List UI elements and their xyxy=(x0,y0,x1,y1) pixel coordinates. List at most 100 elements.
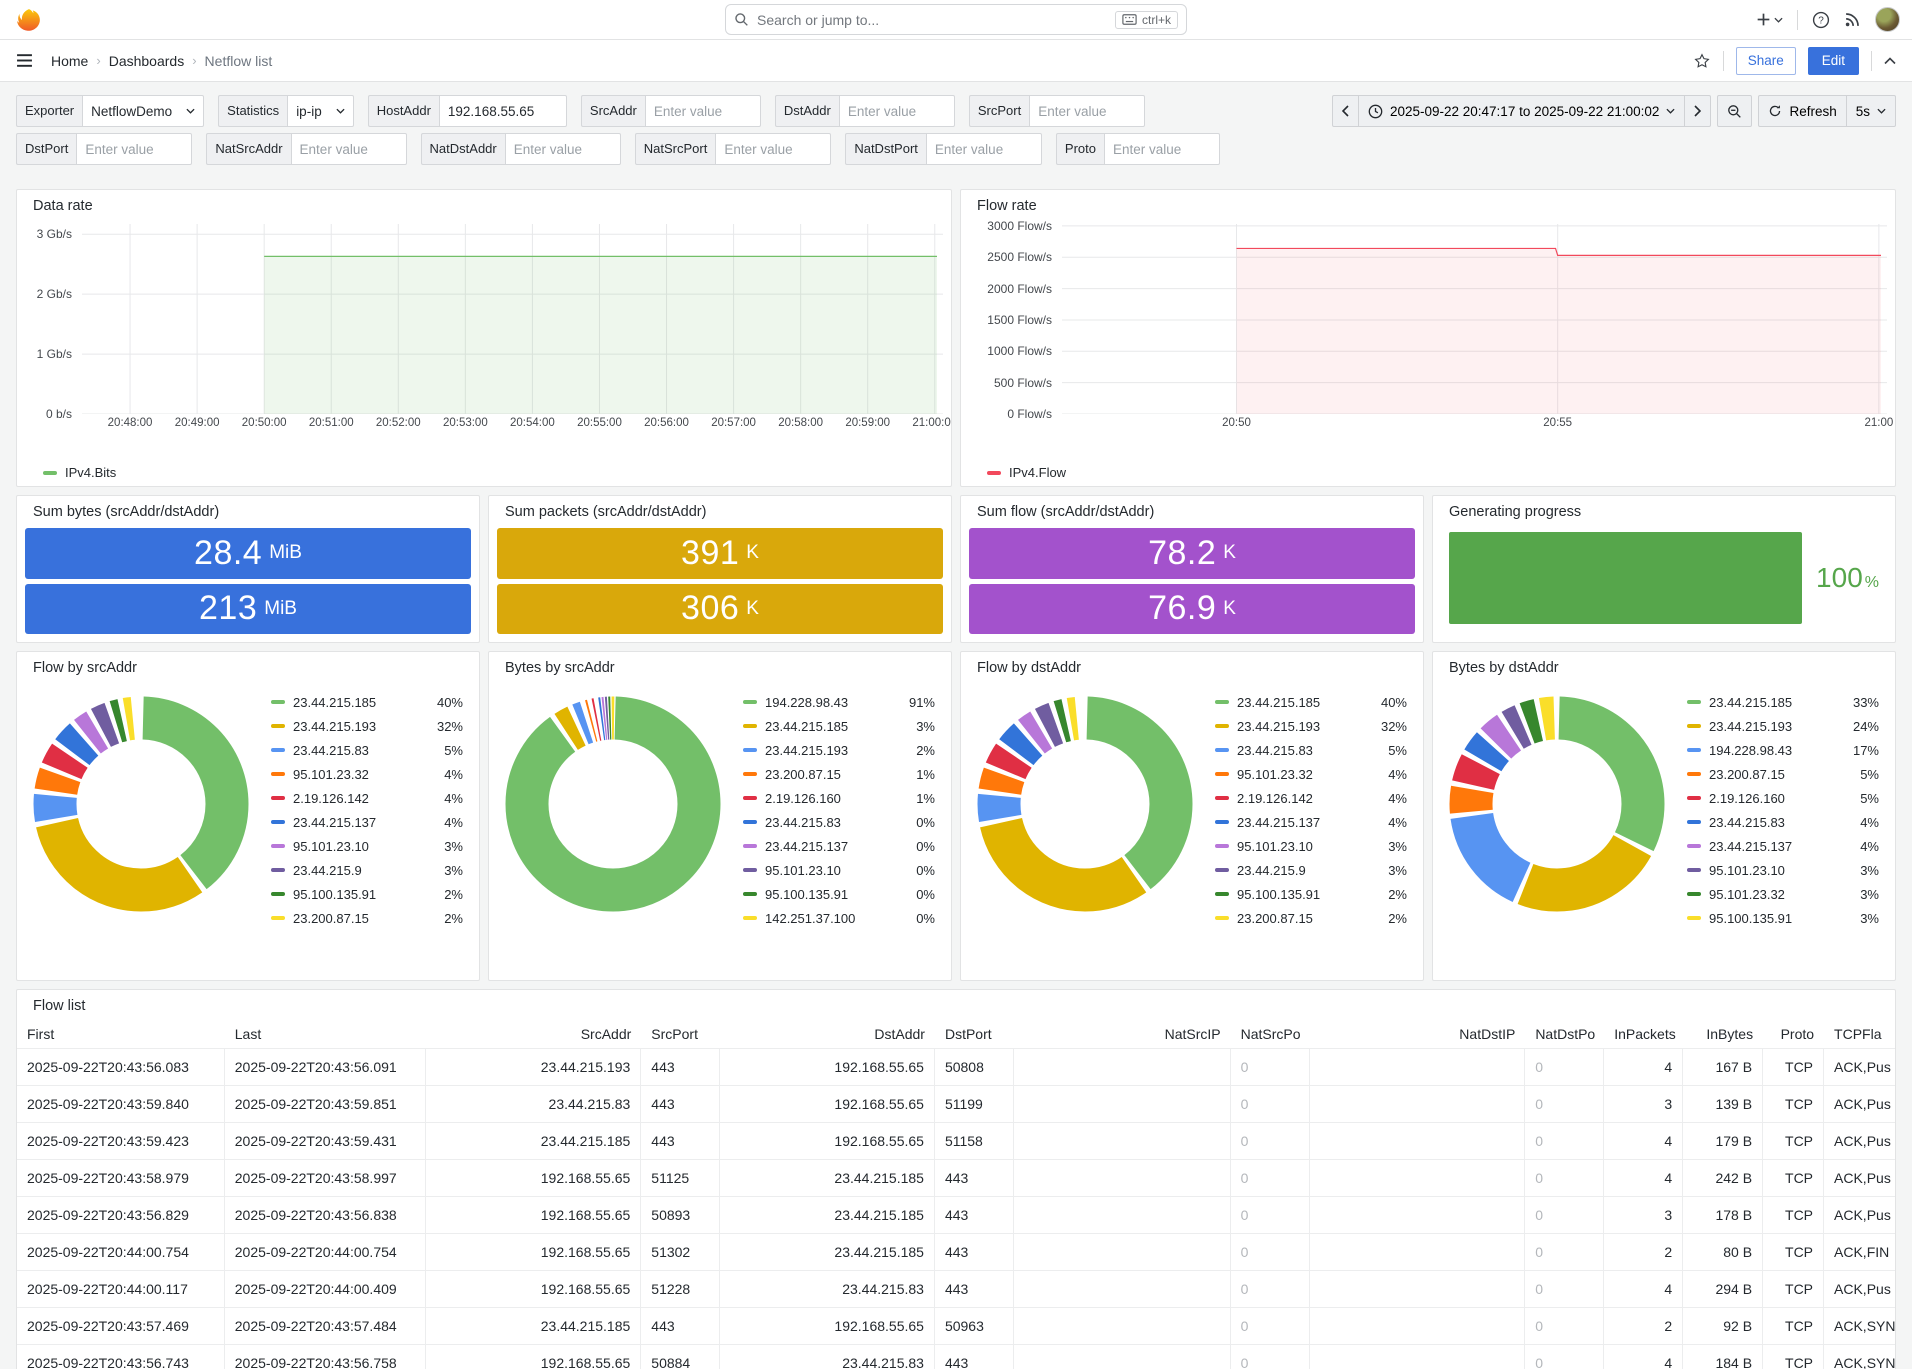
table-row[interactable]: 2025-09-22T20:43:56.0832025-09-22T20:43:… xyxy=(17,1048,1895,1085)
column-header-inpackets[interactable]: InPackets xyxy=(1604,1020,1683,1048)
legend-item[interactable]: 95.100.135.912% xyxy=(1215,882,1407,906)
legend-item[interactable]: 95.101.23.103% xyxy=(271,834,463,858)
filter-input-srcaddr[interactable] xyxy=(645,95,761,127)
legend-item[interactable]: 23.44.215.1374% xyxy=(1687,834,1879,858)
legend-item[interactable]: 23.44.215.19332% xyxy=(271,714,463,738)
legend-item[interactable]: 95.101.23.324% xyxy=(271,762,463,786)
table-row[interactable]: 2025-09-22T20:43:56.7432025-09-22T20:43:… xyxy=(17,1344,1895,1369)
column-header-first[interactable]: First xyxy=(17,1020,225,1048)
legend-item[interactable]: 95.100.135.913% xyxy=(1687,906,1879,930)
edit-button[interactable]: Edit xyxy=(1808,47,1859,75)
legend-item[interactable]: 95.101.23.103% xyxy=(1215,834,1407,858)
chart-data_rate: 3 Gb/s2 Gb/s1 Gb/s0 b/s20:48:0020:49:002… xyxy=(25,224,943,461)
column-header-natsrcip[interactable]: NatSrcIP xyxy=(1014,1020,1231,1048)
legend-item[interactable]: 95.101.23.100% xyxy=(743,858,935,882)
breadcrumb-home[interactable]: Home xyxy=(51,53,88,69)
legend-item[interactable]: 142.251.37.1000% xyxy=(743,906,935,930)
table-row[interactable]: 2025-09-22T20:43:56.8292025-09-22T20:43:… xyxy=(17,1196,1895,1233)
legend-item[interactable]: 95.101.23.324% xyxy=(1215,762,1407,786)
legend-item[interactable]: 23.200.87.152% xyxy=(1215,906,1407,930)
column-header-dstaddr[interactable]: DstAddr xyxy=(720,1020,935,1048)
legend-item[interactable]: 23.44.215.835% xyxy=(1215,738,1407,762)
legend-item[interactable]: 2.19.126.1601% xyxy=(743,786,935,810)
legend-item[interactable]: 23.44.215.18533% xyxy=(1687,690,1879,714)
column-header-srcaddr[interactable]: SrcAddr xyxy=(426,1020,642,1048)
column-header-last[interactable]: Last xyxy=(225,1020,426,1048)
filter-input-dstaddr[interactable] xyxy=(839,95,955,127)
filter-input-natdstaddr[interactable] xyxy=(505,133,621,165)
refresh-interval-select[interactable]: 5s xyxy=(1847,95,1896,127)
legend-item[interactable]: 23.44.215.834% xyxy=(1687,810,1879,834)
legend-item[interactable]: 2.19.126.1424% xyxy=(271,786,463,810)
filter-select-statistics[interactable]: ip-ip xyxy=(287,95,354,127)
column-header-dstport[interactable]: DstPort xyxy=(935,1020,1014,1048)
search-input[interactable]: Search or jump to... ctrl+k xyxy=(725,4,1187,35)
filter-input-natsrcport[interactable] xyxy=(715,133,831,165)
cell-srcaddr: 192.168.55.65 xyxy=(426,1197,642,1233)
legend-item[interactable]: 23.44.215.1374% xyxy=(271,810,463,834)
legend-item[interactable]: 95.100.135.912% xyxy=(271,882,463,906)
share-button[interactable]: Share xyxy=(1736,47,1796,75)
column-header-tcpfla[interactable]: TCPFla xyxy=(1824,1020,1895,1048)
legend-item[interactable]: 95.101.23.103% xyxy=(1687,858,1879,882)
legend-swatch xyxy=(271,916,285,920)
filter-input-proto[interactable] xyxy=(1104,133,1220,165)
legend-item[interactable]: 23.44.215.18540% xyxy=(271,690,463,714)
legend-item[interactable]: 23.44.215.1374% xyxy=(1215,810,1407,834)
legend-item[interactable]: 23.200.87.155% xyxy=(1687,762,1879,786)
legend-item[interactable]: 23.44.215.93% xyxy=(1215,858,1407,882)
grafana-logo[interactable] xyxy=(16,7,42,33)
legend-item[interactable]: 23.44.215.93% xyxy=(271,858,463,882)
legend-item[interactable]: 23.200.87.152% xyxy=(271,906,463,930)
zoom-out-button[interactable] xyxy=(1717,95,1752,127)
legend-item[interactable]: 23.44.215.835% xyxy=(271,738,463,762)
legend-item[interactable]: 23.200.87.151% xyxy=(743,762,935,786)
breadcrumb: Home › Dashboards › Netflow list xyxy=(51,53,272,69)
column-header-natsrcpo[interactable]: NatSrcPo xyxy=(1231,1020,1310,1048)
avatar[interactable] xyxy=(1875,7,1900,32)
filter-input-dstport[interactable] xyxy=(76,133,192,165)
legend-item[interactable]: 95.101.23.323% xyxy=(1687,882,1879,906)
chart-legend[interactable]: IPv4.Flow xyxy=(961,461,1895,486)
legend-item[interactable]: 23.44.215.18540% xyxy=(1215,690,1407,714)
time-range-picker[interactable]: 2025-09-22 20:47:17 to 2025-09-22 21:00:… xyxy=(1359,95,1685,127)
filter-input-srcport[interactable] xyxy=(1029,95,1145,127)
table-row[interactable]: 2025-09-22T20:43:58.9792025-09-22T20:43:… xyxy=(17,1159,1895,1196)
column-header-srcport[interactable]: SrcPort xyxy=(641,1020,720,1048)
column-header-inbytes[interactable]: InBytes xyxy=(1683,1020,1763,1048)
legend-item[interactable]: 23.44.215.1932% xyxy=(743,738,935,762)
menu-button[interactable] xyxy=(16,53,33,68)
table-row[interactable]: 2025-09-22T20:43:59.8402025-09-22T20:43:… xyxy=(17,1085,1895,1122)
legend-item[interactable]: 194.228.98.4317% xyxy=(1687,738,1879,762)
breadcrumb-dashboards[interactable]: Dashboards xyxy=(109,53,185,69)
table-row[interactable]: 2025-09-22T20:44:00.7542025-09-22T20:44:… xyxy=(17,1233,1895,1270)
refresh-button[interactable]: Refresh xyxy=(1758,95,1846,127)
collapse-toolbar-button[interactable] xyxy=(1884,57,1896,65)
column-header-natdstpo[interactable]: NatDstPo xyxy=(1525,1020,1604,1048)
legend-item[interactable]: 23.44.215.1370% xyxy=(743,834,935,858)
table-row[interactable]: 2025-09-22T20:43:57.4692025-09-22T20:43:… xyxy=(17,1307,1895,1344)
legend-item[interactable]: 23.44.215.1853% xyxy=(743,714,935,738)
legend-item[interactable]: 23.44.215.19332% xyxy=(1215,714,1407,738)
time-shift-back-button[interactable] xyxy=(1332,95,1359,127)
filter-input-hostaddr[interactable] xyxy=(439,95,567,127)
table-row[interactable]: 2025-09-22T20:44:00.1172025-09-22T20:44:… xyxy=(17,1270,1895,1307)
legend-item[interactable]: 2.19.126.1605% xyxy=(1687,786,1879,810)
legend-item[interactable]: 95.100.135.910% xyxy=(743,882,935,906)
column-header-natdstip[interactable]: NatDstIP xyxy=(1310,1020,1526,1048)
legend-item[interactable]: 23.44.215.830% xyxy=(743,810,935,834)
filter-input-natdstport[interactable] xyxy=(926,133,1042,165)
news-button[interactable] xyxy=(1844,11,1861,28)
legend-item[interactable]: 23.44.215.19324% xyxy=(1687,714,1879,738)
table-row[interactable]: 2025-09-22T20:43:59.4232025-09-22T20:43:… xyxy=(17,1122,1895,1159)
help-button[interactable]: ? xyxy=(1812,11,1830,29)
filter-input-natsrcaddr[interactable] xyxy=(291,133,407,165)
legend-item[interactable]: 194.228.98.4391% xyxy=(743,690,935,714)
filter-select-exporter[interactable]: NetflowDemo xyxy=(82,95,204,127)
chart-legend[interactable]: IPv4.Bits xyxy=(17,461,951,486)
favorite-button[interactable] xyxy=(1693,52,1711,70)
column-header-proto[interactable]: Proto xyxy=(1763,1020,1824,1048)
legend-item[interactable]: 2.19.126.1424% xyxy=(1215,786,1407,810)
time-shift-forward-button[interactable] xyxy=(1685,95,1711,127)
add-button[interactable] xyxy=(1755,11,1783,28)
